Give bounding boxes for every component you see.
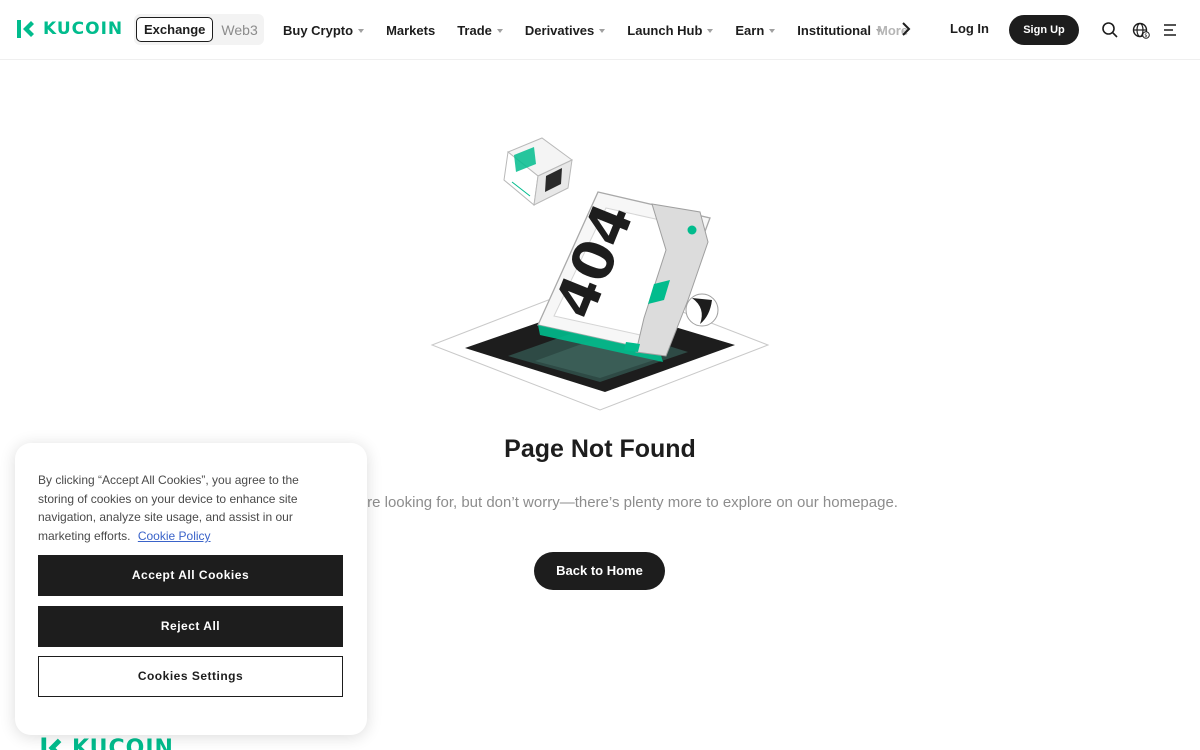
- nav-item-label: Trade: [457, 22, 492, 38]
- cookie-text: By clicking “Accept All Cookies”, you ag…: [38, 471, 338, 546]
- brand-name: KUCOIN: [43, 19, 124, 39]
- nav-derivatives[interactable]: Derivatives: [524, 22, 606, 38]
- nav-item-label: Earn: [735, 22, 765, 38]
- exchange-web3-switch: Exchange Web3: [134, 14, 264, 45]
- search-icon[interactable]: [1101, 21, 1119, 39]
- accept-all-cookies-button[interactable]: Accept All Cookies: [38, 555, 343, 596]
- floating-cube: [503, 137, 573, 206]
- signup-button[interactable]: Sign Up: [1009, 15, 1079, 45]
- nav-institutional[interactable]: Institutional: [797, 23, 882, 38]
- caret-down-icon: [769, 28, 776, 33]
- nav-markets[interactable]: Markets: [386, 23, 435, 38]
- cookies-settings-button[interactable]: Cookies Settings: [38, 656, 343, 697]
- exchange-tab[interactable]: Exchange: [136, 17, 214, 42]
- caret-down-icon: [496, 28, 503, 33]
- nav-earn[interactable]: Earn: [735, 22, 776, 38]
- reject-all-button[interactable]: Reject All: [38, 606, 343, 647]
- ball: [685, 293, 719, 327]
- login-link[interactable]: Log In: [950, 21, 989, 36]
- main-nav: Buy Crypto Markets Trade Derivatives Lau…: [283, 0, 904, 60]
- caret-down-icon: [358, 28, 365, 33]
- cookie-policy-link[interactable]: Cookie Policy: [138, 529, 211, 543]
- kucoin-logo[interactable]: KUCOIN: [14, 17, 123, 41]
- nav-item-label: Buy Crypto: [283, 22, 354, 38]
- caret-down-icon: [707, 28, 714, 33]
- nav-item-label: Institutional: [797, 22, 871, 38]
- footer-brand-name: KUCOIN: [72, 735, 174, 750]
- menu-icon[interactable]: [1162, 21, 1180, 39]
- back-to-home-button[interactable]: Back to Home: [534, 552, 665, 590]
- caret-down-icon: [599, 28, 606, 33]
- chevron-right-icon[interactable]: [899, 21, 913, 37]
- kucoin-logo-icon: [41, 737, 62, 750]
- nav-item-label: Markets: [386, 22, 436, 38]
- 404-illustration: 404: [430, 137, 770, 411]
- nav-item-label: Derivatives: [524, 22, 595, 38]
- cookie-consent-banner: By clicking “Accept All Cookies”, you ag…: [15, 443, 367, 735]
- nav-trade[interactable]: Trade: [457, 23, 503, 38]
- kucoin-logo-icon: [17, 20, 34, 38]
- nav-item-label: Launch Hub: [627, 22, 703, 38]
- web3-tab[interactable]: Web3: [221, 22, 257, 38]
- svg-text:$: $: [1144, 33, 1147, 39]
- nav-buy-crypto[interactable]: Buy Crypto: [283, 22, 365, 38]
- nav-launch-hub[interactable]: Launch Hub: [627, 22, 714, 38]
- footer-logo[interactable]: KUCOIN: [38, 734, 174, 750]
- globe-currency-icon[interactable]: $: [1132, 21, 1150, 39]
- top-header: KUCOIN Exchange Web3 Buy Crypto Markets …: [0, 0, 1200, 60]
